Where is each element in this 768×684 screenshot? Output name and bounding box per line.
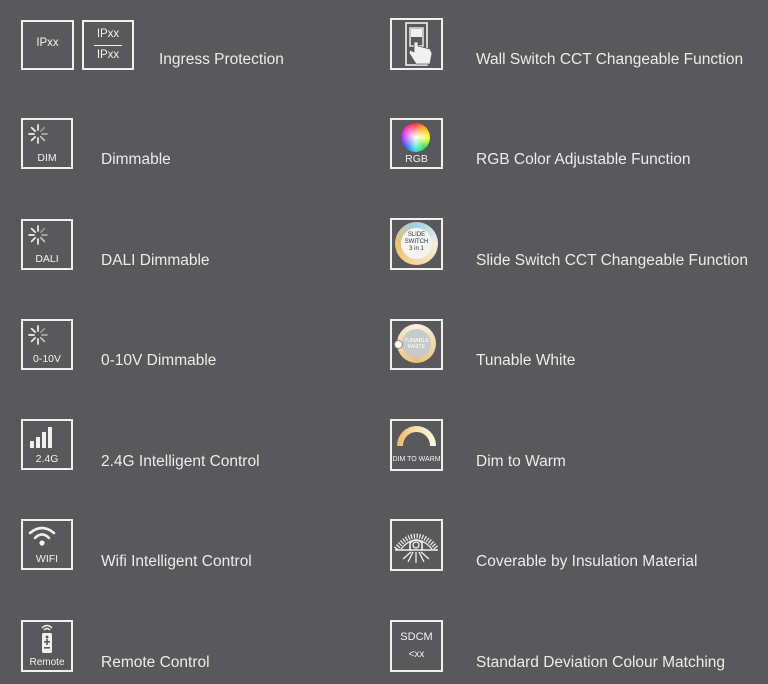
rgb-caption: RGB xyxy=(405,153,428,165)
color-wheel-center xyxy=(401,123,430,152)
slide-caption-line-2: SWITCH xyxy=(404,239,429,245)
ip-rating-caption: IPxx xyxy=(36,37,59,49)
tunable-white-icon: TUNABLE WHITE xyxy=(390,319,443,370)
ip-rating-denominator: IPxx xyxy=(96,49,120,61)
tunable-white-ring: TUNABLE WHITE xyxy=(394,324,436,363)
remote-caption: Remote xyxy=(29,657,65,668)
tunable-caption-line-2: WHITE xyxy=(407,344,426,350)
dim-caption: DIM xyxy=(37,152,57,164)
wifi-caption: WIFI xyxy=(35,553,59,565)
switch-hand-graphic xyxy=(405,22,433,66)
remote-control-icon: Remote xyxy=(21,620,73,672)
dim-spinner-icon xyxy=(28,225,48,245)
feature-label: Coverable by Insulation Material xyxy=(476,553,698,570)
insulation-coverable-icon xyxy=(390,519,443,571)
wall-switch-icon xyxy=(390,18,443,70)
wifi-waves-graphic xyxy=(28,526,56,546)
feature-label: Wall Switch CCT Changeable Function xyxy=(476,51,744,68)
slide-switch-icon: SLIDE SWITCH 3 in 1 xyxy=(390,218,443,270)
dim-to-warm-caption: DIM TO WARM xyxy=(392,456,441,463)
slide-caption-line-1: SLIDE xyxy=(407,232,426,238)
feature-label: Dimmable xyxy=(101,151,171,168)
feature-label: 2.4G Intelligent Control xyxy=(101,453,260,470)
feature-label: RGB Color Adjustable Function xyxy=(476,151,691,168)
feature-label: DALI Dimmable xyxy=(101,252,210,269)
dim-to-warm-arc xyxy=(397,426,436,446)
dim-spinner-icon xyxy=(28,124,48,144)
signal-bars-icon: 2.4G xyxy=(21,419,73,470)
dali-dimmable-icon: DALI xyxy=(21,219,73,270)
feature-label: 0-10V Dimmable xyxy=(101,352,217,369)
feature-label: Slide Switch CCT Changeable Function xyxy=(476,252,748,269)
feature-label: Dim to Warm xyxy=(476,453,566,470)
feature-label: Ingress Protection xyxy=(159,51,284,68)
ip-rating-numerator: IPxx xyxy=(96,28,120,40)
0-10v-dimmable-icon: 0-10V xyxy=(21,319,73,370)
dimmable-icon: DIM xyxy=(21,118,73,169)
slide-switch-disc: SLIDE SWITCH 3 in 1 xyxy=(395,222,438,265)
fraction-line xyxy=(94,45,122,46)
insulation-graphic xyxy=(394,533,439,563)
signal-bars-graphic xyxy=(30,427,52,448)
sdcm-caption: SDCM xyxy=(400,631,433,643)
feature-label: Standard Deviation Colour Matching xyxy=(476,654,725,671)
0-10v-caption: 0-10V xyxy=(32,353,62,365)
sdcm-icon: SDCM <xx xyxy=(390,620,443,672)
ip-rating-icon: IPxx xyxy=(21,20,74,70)
dim-spinner-icon xyxy=(28,325,48,345)
slide-caption-line-3: 3 in 1 xyxy=(409,246,424,252)
feature-label: Tunable White xyxy=(476,352,576,369)
2-4g-caption: 2.4G xyxy=(35,453,59,465)
remote-graphic xyxy=(41,624,53,653)
sdcm-value-caption: <xx xyxy=(408,649,425,660)
rgb-color-wheel-icon: RGB xyxy=(390,118,443,169)
feature-label: Wifi Intelligent Control xyxy=(101,553,252,570)
feature-label: Remote Control xyxy=(101,654,210,671)
wifi-icon: WIFI xyxy=(21,519,73,570)
ip-rating-fraction-icon: IPxx IPxx xyxy=(82,20,134,70)
dim-to-warm-icon: DIM TO WARM xyxy=(390,419,443,471)
dali-caption: DALI xyxy=(35,253,59,265)
